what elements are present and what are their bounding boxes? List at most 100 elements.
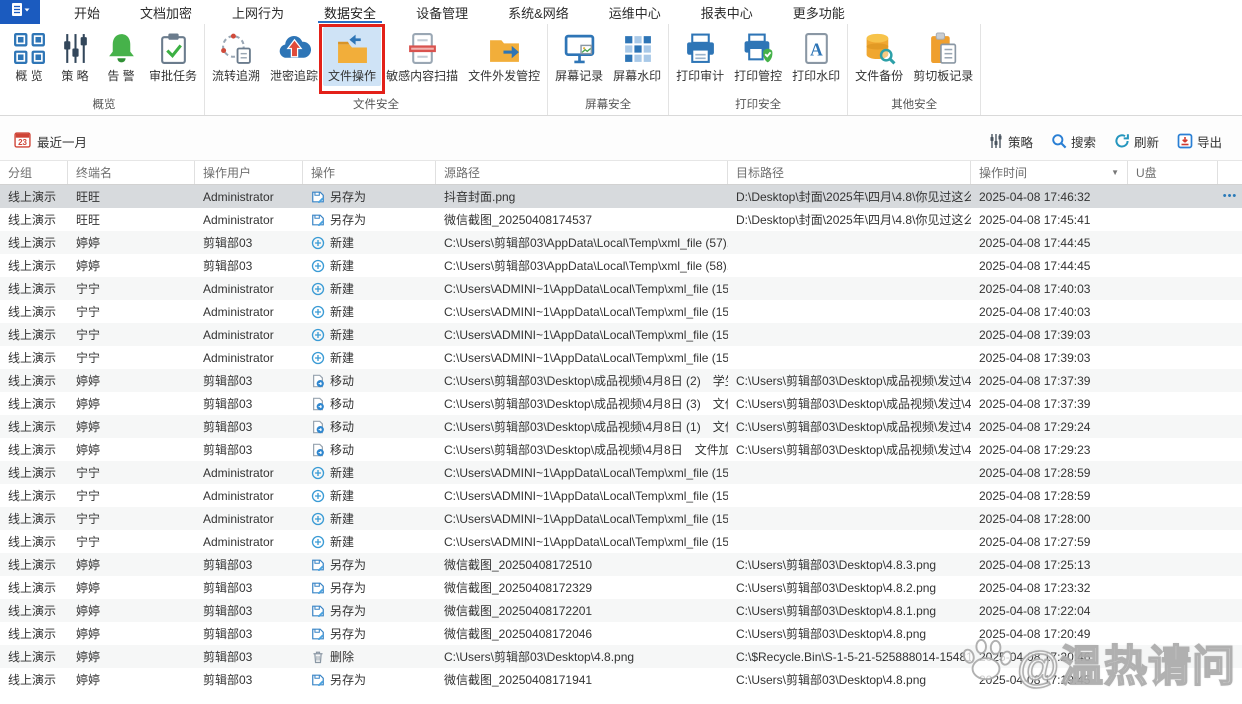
cell-user: 剪辑部03 (203, 581, 253, 595)
menu-tab-报表中心[interactable]: 报表中心 (681, 0, 773, 24)
table-row[interactable]: 线上演示 婷婷 剪辑部03 移动 C:\Users\剪辑部03\Desktop\成品视频… (0, 438, 1242, 461)
row-more-button[interactable]: ••• (1223, 191, 1238, 202)
table-row[interactable]: 线上演示 婷婷 剪辑部03 移动 C:\Users\剪辑部03\Desktop\成品视频… (0, 415, 1242, 438)
column-header-目标路径[interactable]: 目标路径 (728, 161, 971, 184)
column-header-操作时间[interactable]: 操作时间 ▼ (971, 161, 1128, 184)
cell-operation: 新建 (303, 231, 436, 254)
date-range-filter[interactable]: 23 最近一月 (14, 131, 87, 151)
刷新-action-button[interactable]: 刷新 (1114, 132, 1159, 151)
cell-user: 剪辑部03 (203, 650, 253, 664)
table-row[interactable]: 线上演示 婷婷 剪辑部03 另存为 微信截图_20250408171941 C:\User… (0, 668, 1242, 691)
menu-tab-设备管理[interactable]: 设备管理 (396, 0, 488, 24)
cell-target-path: C:\Users\剪辑部03\Desktop\成品视频\发过\4月8日 (2) … (736, 374, 971, 388)
column-header-操作[interactable]: 操作 (303, 161, 436, 184)
table-row[interactable]: 线上演示 婷婷 剪辑部03 删除 C:\Users\剪辑部03\Desktop\4.8.… (0, 645, 1242, 668)
cell-group: 线上演示 (8, 420, 57, 434)
ribbon-button-流转追溯[interactable]: 流转追溯 (207, 27, 265, 86)
table-row[interactable]: 线上演示 宁宁 Administrator 新建 C:\Users\ADMINI~1\A… (0, 346, 1242, 369)
operation-label: 新建 (330, 236, 355, 250)
ribbon-button-审批任务[interactable]: 审批任务 (144, 27, 202, 86)
table-row[interactable]: 线上演示 宁宁 Administrator 新建 C:\Users\ADMINI~1\A… (0, 461, 1242, 484)
cell-group: 线上演示 (8, 328, 57, 342)
ribbon-group: 流转追溯 泄密追踪 文件操作 敏感内容扫描 文件外发管控 文件安全 (205, 24, 549, 115)
printwm-icon: A (798, 30, 834, 66)
table-row[interactable]: 线上演示 婷婷 剪辑部03 新建 C:\Users\剪辑部03\AppData\Loca… (0, 231, 1242, 254)
action-buttons: 策略 搜索 刷新 导出 (988, 132, 1222, 151)
cell-source-path: C:\Users\ADMINI~1\AppData\Local\Temp\xml… (444, 327, 728, 342)
cell-source-path: C:\Users\剪辑部03\Desktop\成品视频\4月8日 (3) 文件加… (444, 397, 728, 411)
cell-user: 剪辑部03 (203, 420, 253, 434)
cell-terminal: 宁宁 (76, 328, 101, 342)
ribbon-button-告警[interactable]: 告 警 (98, 27, 144, 86)
table-row[interactable]: 线上演示 婷婷 剪辑部03 另存为 微信截图_20250408172510 C:\User… (0, 553, 1242, 576)
ribbon-button-策略[interactable]: 策 略 (52, 27, 98, 86)
table-row[interactable]: 线上演示 婷婷 剪辑部03 另存为 微信截图_20250408172329 C:\User… (0, 576, 1242, 599)
table-row[interactable]: 线上演示 旺旺 Administrator 另存为 微信截图_2025040817453… (0, 208, 1242, 231)
cell-source-path: C:\Users\剪辑部03\Desktop\4.8.png (444, 650, 635, 664)
operation-label: 另存为 (330, 558, 367, 572)
column-header-操作用户[interactable]: 操作用户 (195, 161, 303, 184)
menu-tab-开始[interactable]: 开始 (54, 0, 120, 24)
table-row[interactable]: 线上演示 婷婷 剪辑部03 新建 C:\Users\剪辑部03\AppData\Loca… (0, 254, 1242, 277)
table-row[interactable]: 线上演示 婷婷 剪辑部03 另存为 微信截图_20250408172046 C:\User… (0, 622, 1242, 645)
ribbon-button-剪切板记录[interactable]: 剪切板记录 (908, 27, 978, 86)
ribbon-button-打印水印[interactable]: A 打印水印 (787, 27, 845, 86)
table-row[interactable]: 线上演示 婷婷 剪辑部03 移动 C:\Users\剪辑部03\Desktop\成品视频… (0, 369, 1242, 392)
cell-operation-time: 2025-04-08 17:37:39 (979, 373, 1091, 388)
ribbon-button-打印管控[interactable]: 打印管控 (729, 27, 787, 86)
table-row[interactable]: 线上演示 宁宁 Administrator 新建 C:\Users\ADMINI~1\A… (0, 507, 1242, 530)
搜索-action-button[interactable]: 搜索 (1051, 132, 1096, 151)
cell-target-path (728, 254, 971, 277)
cell-usb (1128, 323, 1218, 346)
menu-tab-运维中心[interactable]: 运维中心 (589, 0, 681, 24)
table-row[interactable]: 线上演示 婷婷 剪辑部03 移动 C:\Users\剪辑部03\Desktop\成品视频… (0, 392, 1242, 415)
menu-tab-数据安全[interactable]: 数据安全 (304, 0, 396, 24)
cell-operation: 删除 (303, 645, 436, 668)
table-row[interactable]: 线上演示 宁宁 Administrator 新建 C:\Users\ADMINI~1\A… (0, 323, 1242, 346)
cell-user: 剪辑部03 (203, 374, 253, 388)
move-operation-icon (311, 443, 325, 457)
column-header-U盘[interactable]: U盘 (1128, 161, 1218, 184)
cell-operation: 新建 (303, 254, 436, 277)
ribbon-group: 文件备份 剪切板记录 其他安全 (848, 24, 982, 115)
leak-icon (276, 30, 312, 66)
ribbon-button-文件操作[interactable]: 文件操作 (319, 24, 386, 94)
app-menu-button[interactable] (0, 0, 40, 24)
cell-gutter: ••• (1218, 185, 1242, 208)
cell-operation: 移动 (303, 438, 436, 461)
table-row[interactable]: 线上演示 旺旺 Administrator 另存为 抖音封面.png D:\Desktop… (0, 185, 1242, 208)
table-row[interactable]: 线上演示 宁宁 Administrator 新建 C:\Users\ADMINI~1\A… (0, 300, 1242, 323)
导出-action-button[interactable]: 导出 (1177, 132, 1222, 151)
clipboardrec-icon (925, 30, 961, 66)
策略-action-button[interactable]: 策略 (988, 132, 1033, 151)
backup-icon (861, 30, 897, 66)
table-row[interactable]: 线上演示 宁宁 Administrator 新建 C:\Users\ADMINI~1\A… (0, 530, 1242, 553)
ribbon-button-label: 概 览 (15, 69, 43, 83)
cell-target-path: C:\Users\剪辑部03\Desktop\4.8.png (736, 627, 927, 641)
ribbon-button-概览[interactable]: 概 览 (6, 27, 52, 86)
cell-gutter (1218, 277, 1242, 300)
menu-tab-系统&网络[interactable]: 系统&网络 (488, 0, 589, 24)
ribbon-button-打印审计[interactable]: 打印审计 (671, 27, 729, 86)
menu-tab-更多功能[interactable]: 更多功能 (773, 0, 865, 24)
table-row[interactable]: 线上演示 宁宁 Administrator 新建 C:\Users\ADMINI~1\A… (0, 277, 1242, 300)
saveas-operation-icon (311, 190, 325, 204)
table-row[interactable]: 线上演示 宁宁 Administrator 新建 C:\Users\ADMINI~1\A… (0, 484, 1242, 507)
sort-dropdown-icon[interactable]: ▼ (1111, 168, 1123, 177)
ribbon-button-文件外发管控[interactable]: 文件外发管控 (463, 27, 545, 86)
ribbon-button-泄密追踪[interactable]: 泄密追踪 (265, 27, 323, 86)
ribbon-button-敏感内容扫描[interactable]: 敏感内容扫描 (381, 27, 463, 86)
menu-tab-文档加密[interactable]: 文档加密 (120, 0, 212, 24)
column-header-分组[interactable]: 分组 (0, 161, 68, 184)
ribbon-button-屏幕记录[interactable]: 屏幕记录 (550, 27, 608, 86)
menu-tab-上网行为[interactable]: 上网行为 (212, 0, 304, 24)
column-header-源路径[interactable]: 源路径 (436, 161, 728, 184)
ribbon-button-屏幕水印[interactable]: 屏幕水印 (608, 27, 666, 86)
app-menu-icon (9, 2, 31, 23)
cell-usb (1128, 530, 1218, 553)
table-row[interactable]: 线上演示 婷婷 剪辑部03 另存为 微信截图_20250408172201 C:\User… (0, 599, 1242, 622)
column-header-终端名[interactable]: 终端名 (68, 161, 195, 184)
ribbon-button-文件备份[interactable]: 文件备份 (850, 27, 908, 86)
cell-user: Administrator (203, 304, 274, 319)
ribbon-button-label: 文件外发管控 (468, 69, 541, 83)
